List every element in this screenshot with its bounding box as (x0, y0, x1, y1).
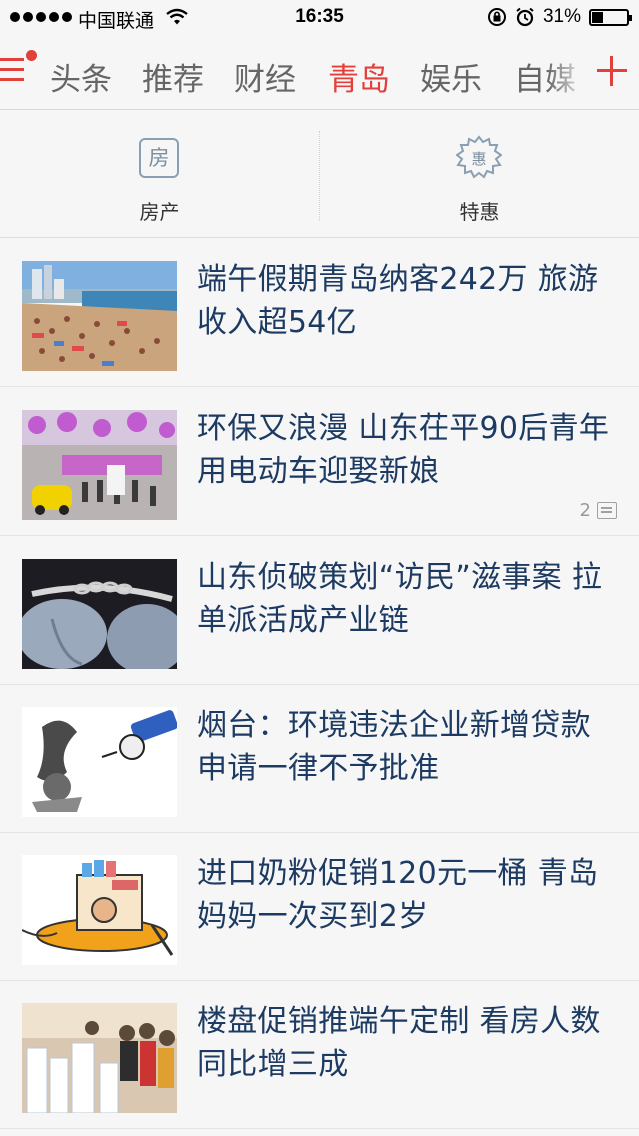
tab-finance[interactable]: 财经 (234, 54, 296, 99)
house-icon: 房 (139, 138, 179, 178)
news-item[interactable]: 山东侦破策划“访民”滋事案 拉单派活成产业链 (0, 537, 639, 685)
news-thumbnail (22, 855, 177, 965)
news-headline: 烟台：环境违法企业新增贷款申请一律不予批准 (197, 708, 591, 786)
news-headline: 楼盘促销推端午定制 看房人数同比增三成 (197, 1004, 601, 1082)
tab-entertainment[interactable]: 娱乐 (420, 54, 482, 99)
shortcut-label: 房产 (139, 200, 180, 224)
news-thumbnail (22, 1003, 177, 1113)
status-bar: 中国联通 16:35 31% (0, 0, 639, 36)
news-item[interactable]: 端午假期青岛纳客242万 旅游收入超54亿 (0, 239, 639, 387)
add-channel-icon[interactable] (597, 56, 627, 86)
tab-recommend[interactable]: 推荐 (142, 54, 204, 99)
alarm-icon (516, 7, 534, 27)
news-headline: 山东侦破策划“访民”滋事案 拉单派活成产业链 (197, 560, 603, 638)
battery-icon (589, 8, 632, 26)
news-headline: 端午假期青岛纳客242万 旅游收入超54亿 (197, 262, 599, 340)
battery-percent: 31% (542, 6, 581, 27)
news-item[interactable]: 进口奶粉促销120元一桶 青岛妈妈一次买到2岁 (0, 833, 639, 981)
news-thumbnail (22, 410, 177, 520)
comment-icon (597, 502, 617, 519)
shortcut-real-estate[interactable]: 房 房产 (0, 111, 319, 238)
tab-qingdao[interactable]: 青岛 (328, 54, 390, 99)
news-headline: 进口奶粉促销120元一桶 青岛妈妈一次买到2岁 (197, 856, 599, 934)
tab-toutiao[interactable]: 头条 (50, 54, 112, 99)
comment-count-text: 2 (579, 500, 591, 521)
orientation-lock-icon (487, 8, 506, 26)
comment-count[interactable]: 2 (580, 500, 617, 521)
tab-overflow-fade (547, 36, 587, 109)
news-headline: 环保又浪漫 山东茌平90后青年用电动车迎娶新娘 (197, 411, 610, 489)
news-thumbnail (22, 707, 177, 817)
deal-glyph: 惠 (471, 150, 486, 168)
news-item[interactable]: 烟台：环境违法企业新增贷款申请一律不予批准 (0, 685, 639, 833)
menu-icon[interactable] (0, 58, 28, 88)
shortcut-bar: 房 房产 惠 特惠 (0, 111, 639, 238)
news-item[interactable]: 楼盘促销推端午定制 看房人数同比增三成 (0, 981, 639, 1129)
news-item[interactable]: 环保又浪漫 山东茌平90后青年用电动车迎娶新娘 2 (0, 388, 639, 536)
news-thumbnail (22, 559, 177, 669)
shortcut-deals[interactable]: 惠 特惠 (320, 111, 639, 238)
discount-badge-icon: 惠 (456, 135, 502, 179)
notification-dot (26, 50, 37, 61)
shortcut-label: 特惠 (459, 200, 500, 224)
channel-tab-bar: 头条 推荐 财经 青岛 娱乐 自媒 (0, 36, 639, 110)
news-thumbnail (22, 261, 177, 371)
